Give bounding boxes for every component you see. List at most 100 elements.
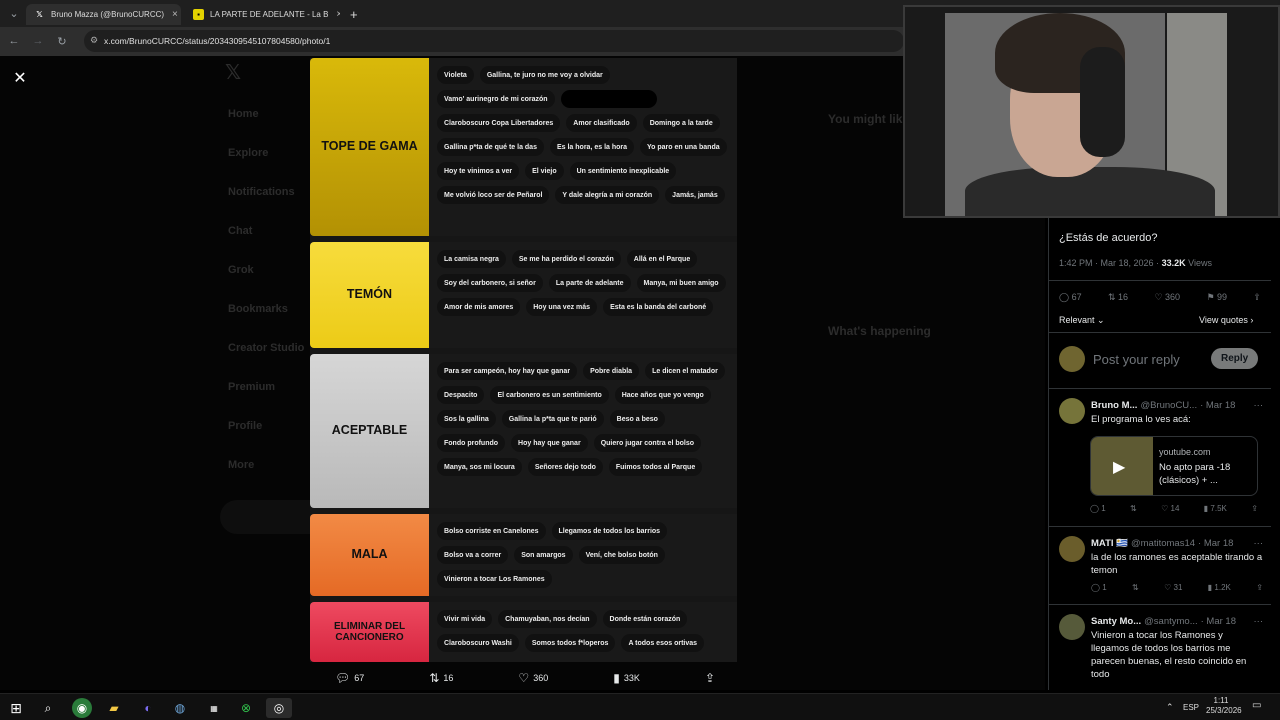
share-icon[interactable]: ⇪: [1251, 504, 1258, 513]
song-pill: Hoy una vez más: [526, 298, 598, 316]
comment-1: Bruno M... @BrunoCU... · Mar 18 ··· El prog…: [1091, 400, 1263, 426]
reply-stat[interactable]: ◯ 1: [1091, 583, 1107, 592]
windows-start-icon[interactable]: ⊞: [6, 698, 26, 718]
sort-dropdown[interactable]: Relevant ⌄: [1059, 315, 1105, 326]
tier-items: Para ser campeón, hoy hay que ganar Pobr…: [429, 354, 737, 508]
song-pill: El viejo: [525, 162, 564, 180]
card-domain: youtube.com: [1159, 447, 1211, 457]
url-input[interactable]: ⚙ x.com/BrunoCURCC/status/20343095451078…: [84, 30, 904, 52]
repost-stat[interactable]: ⇅ 16: [1108, 292, 1128, 303]
song-pill: La camisa negra: [437, 250, 506, 268]
comment-3: Santy Mo... @santymo... · Mar 18 ··· Vinier…: [1091, 616, 1263, 681]
close-icon[interactable]: ✕: [10, 68, 30, 88]
reply-stat[interactable]: ◯ 67: [1059, 292, 1082, 303]
repost-icon[interactable]: ⇅: [1132, 583, 1139, 592]
reply-count: 67: [1071, 292, 1082, 302]
nav-item: Home: [228, 108, 259, 120]
close-tab-icon[interactable]: ×: [164, 9, 178, 20]
discord-icon[interactable]: ◐: [138, 698, 158, 718]
avatar[interactable]: [1059, 398, 1085, 424]
nav-item: Profile: [228, 420, 263, 432]
post-stats: ◯ 67 ⇅ 16 ♡ 360 ⚑ 99 ⇪: [1059, 292, 1261, 303]
share-icon[interactable]: ⇪: [1256, 583, 1263, 592]
forward-icon[interactable]: →: [30, 33, 46, 49]
views-stat[interactable]: ▮ 7.5K: [1204, 504, 1227, 513]
app-icon[interactable]: ▦: [204, 698, 224, 718]
reply-action[interactable]: 💬︎ 67: [335, 671, 364, 685]
reload-icon[interactable]: ↻: [54, 33, 70, 49]
song-pill: Y dale alegría a mi corazón: [555, 186, 660, 204]
heart-icon: ♡: [1164, 583, 1174, 592]
tier-row-mala: MALA Bolso corriste en Canelones Llegamo…: [310, 514, 737, 596]
nav-item: Bookmarks: [228, 303, 288, 315]
song-pill: Hace años que yo vengo: [614, 386, 711, 404]
more-icon[interactable]: ···: [1254, 538, 1264, 549]
post-views-label: Views: [1188, 258, 1212, 268]
tier-label: ELIMINAR DEL CANCIONERO: [310, 602, 429, 662]
youtube-link-card[interactable]: ▶ youtube.com No apto para -18 (clásicos…: [1090, 436, 1258, 496]
view-quotes-link[interactable]: View quotes ›: [1199, 315, 1253, 325]
background-nav: Home Explore Notifications Chat Grok Boo…: [228, 108, 304, 498]
tab-title: Bruno Mazza (@BrunoCURCC): [51, 10, 165, 19]
author-name[interactable]: Santy Mo...: [1091, 616, 1141, 627]
avatar[interactable]: [1059, 536, 1085, 562]
tab-la-parte[interactable]: ▪ LA PARTE DE ADELANTE - La B ×: [185, 4, 340, 25]
repost-icon[interactable]: ⇅: [1130, 504, 1137, 513]
author-name[interactable]: Bruno M...: [1091, 400, 1137, 411]
search-icon[interactable]: ⌕: [38, 698, 58, 718]
x-logo-icon: 𝕏: [36, 10, 43, 19]
avatar: [1059, 346, 1085, 372]
like-stat[interactable]: ♡ 31: [1164, 583, 1182, 592]
comment-header: Santy Mo... @santymo... · Mar 18 ···: [1091, 616, 1263, 627]
new-tab-button[interactable]: +: [342, 4, 364, 25]
more-icon[interactable]: ···: [1254, 400, 1264, 411]
clock-time: 1:11: [1213, 696, 1229, 705]
author-name[interactable]: MATI 🇺🇾: [1091, 538, 1128, 549]
like-count: 360: [533, 673, 549, 683]
obs-icon[interactable]: ◎: [266, 698, 292, 718]
tab-title: LA PARTE DE ADELANTE - La B: [210, 10, 329, 19]
reply-icon: ◯: [1091, 583, 1103, 592]
steam-icon[interactable]: ◍: [170, 698, 190, 718]
more-icon[interactable]: ···: [1254, 616, 1264, 627]
reply-stat[interactable]: ◯ 1: [1090, 504, 1106, 513]
reply-icon: ◯: [1059, 292, 1072, 302]
song-pill: Es la hora, es la hora: [549, 138, 635, 156]
share-action[interactable]: ⇪: [705, 671, 715, 685]
song-pill: Manya, mi buen amigo: [636, 274, 726, 292]
tier-row-eliminar: ELIMINAR DEL CANCIONERO Vivir mi vida Ch…: [310, 602, 737, 662]
like-stat[interactable]: ♡ 360: [1154, 292, 1180, 303]
like-stat[interactable]: ♡ 14: [1161, 504, 1179, 513]
song-pill: Yo paro en una banda: [640, 138, 727, 156]
reply-input[interactable]: Post your reply: [1093, 352, 1180, 367]
bookmark-stat[interactable]: ⚑ 99: [1206, 292, 1227, 303]
views-stat[interactable]: ▮ 1.2K: [1208, 583, 1231, 592]
clock[interactable]: 1:11 25/3/2026: [1206, 696, 1242, 716]
reply-button[interactable]: Reply: [1211, 348, 1259, 369]
site-info-icon[interactable]: ⚙: [90, 35, 98, 46]
comment-date: · Mar 18: [1200, 616, 1236, 627]
language-indicator[interactable]: ESP: [1183, 703, 1199, 712]
avatar[interactable]: [1059, 614, 1085, 640]
xbox-icon[interactable]: ⊗: [236, 698, 256, 718]
share-icon[interactable]: ⇪: [1253, 292, 1261, 303]
song-pill: Hoy te vinimos a ver: [437, 162, 520, 180]
repost-count: 16: [1118, 292, 1129, 302]
song-pill: Un sentimiento inexplicable: [569, 162, 677, 180]
repost-action[interactable]: ⇅ 16: [429, 671, 453, 685]
like-action[interactable]: ♡ 360: [518, 671, 548, 685]
repost-count: 16: [443, 673, 454, 683]
views-action[interactable]: ▮ 33K: [613, 671, 640, 685]
tab-x-post[interactable]: 𝕏 Bruno Mazza (@BrunoCURCC) ×: [26, 4, 181, 25]
tab-list-icon[interactable]: ⌄: [6, 5, 22, 21]
chrome-icon[interactable]: ◉: [72, 698, 92, 718]
folder-icon[interactable]: ▰: [104, 698, 124, 718]
nav-item: Grok: [228, 264, 254, 276]
redacted-pill: [560, 90, 657, 108]
back-icon[interactable]: ←: [6, 33, 22, 49]
song-pill: Pobre diabla: [583, 362, 640, 380]
close-tab-icon[interactable]: ×: [328, 9, 340, 20]
tier-label: MALA: [310, 514, 429, 596]
tray-chevron-icon[interactable]: ⌃: [1166, 702, 1174, 713]
notification-icon[interactable]: ▭: [1252, 700, 1261, 711]
